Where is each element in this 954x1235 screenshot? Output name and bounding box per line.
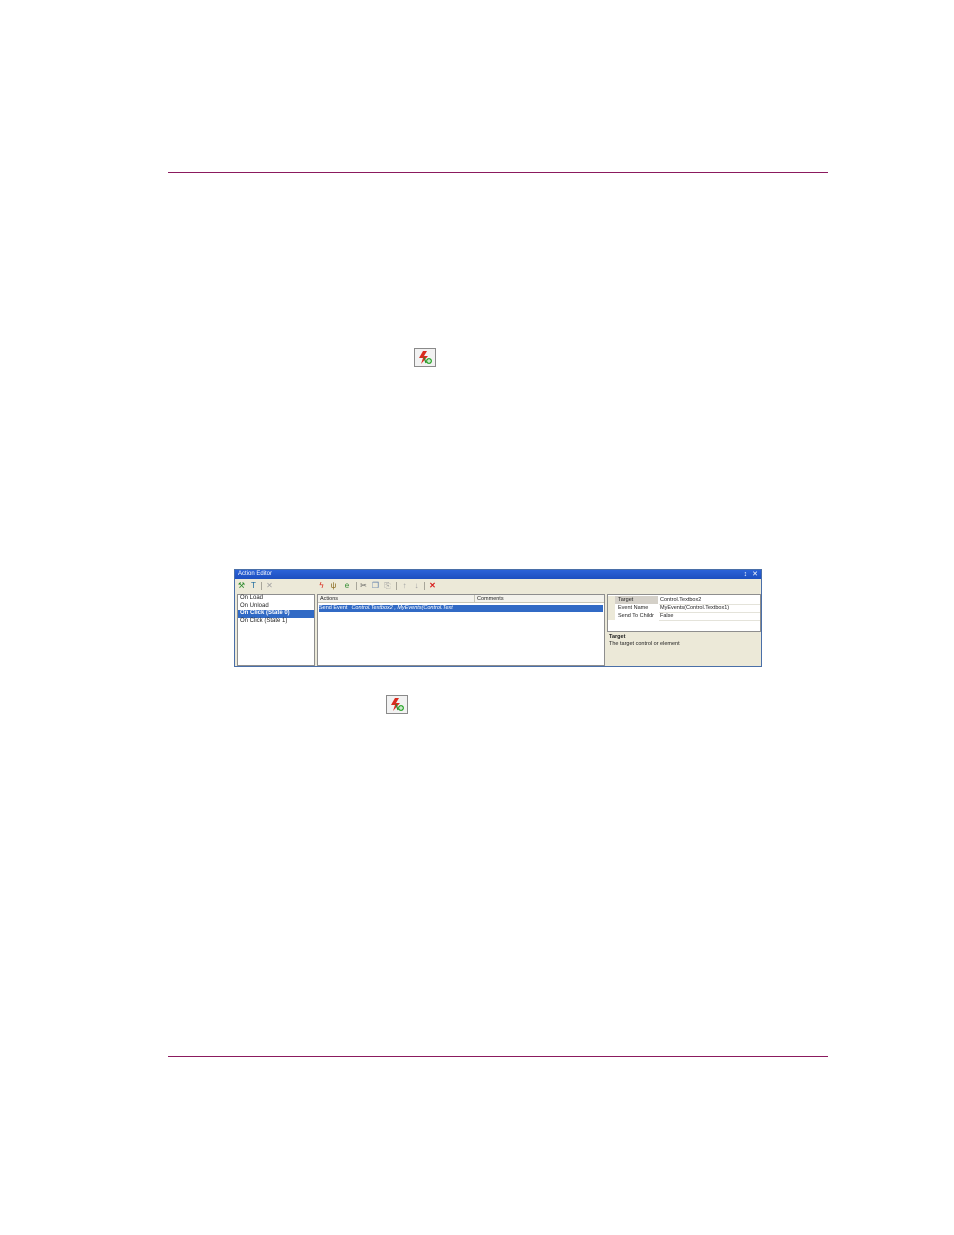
delete-action-icon[interactable]: ✕ bbox=[428, 581, 437, 590]
move-up-icon[interactable]: ↑ bbox=[400, 581, 409, 590]
add-state-icon[interactable]: T bbox=[249, 581, 258, 590]
event-list: On Load On Unload On Click (State 0) On … bbox=[237, 594, 315, 666]
paste-icon[interactable]: ⎘ bbox=[383, 581, 392, 590]
action-editor-titlebar: Action Editor ↕ ✕ bbox=[235, 570, 761, 579]
event-item[interactable]: On Load bbox=[238, 595, 314, 603]
cut-icon[interactable]: ✂ bbox=[359, 581, 368, 590]
action-list: Actions Comments Send Event Control.Textb… bbox=[317, 594, 605, 666]
property-gutter bbox=[608, 596, 615, 604]
property-key: Target bbox=[608, 596, 658, 604]
footer-rule bbox=[168, 1056, 828, 1057]
window-title: Action Editor bbox=[238, 571, 273, 577]
event-item[interactable]: On Unload bbox=[238, 603, 314, 611]
action-editor-toolbar: ⚒ T ✕ ϟ ψ e ✂ ❐ ⎘ ↑ ↓ ✕ bbox=[235, 579, 761, 593]
action-row[interactable]: Send Event Control.Textbox2 , MyEvents(Co… bbox=[319, 605, 603, 612]
property-row[interactable]: Send To Childr False bbox=[608, 612, 760, 621]
property-grid: Target Control.Textbox2 Event Name MyEve… bbox=[607, 594, 761, 632]
add-action-icon bbox=[386, 695, 408, 714]
toolbar-separator bbox=[356, 582, 357, 590]
add-event-icon[interactable]: ⚒ bbox=[237, 581, 246, 590]
description-text: The target control or element bbox=[609, 641, 680, 647]
action-params: Control.Textbox2 , MyEvents(Control.Text bbox=[351, 605, 453, 611]
close-icon[interactable]: ✕ bbox=[752, 571, 758, 578]
add-condition-icon[interactable]: ψ bbox=[329, 581, 338, 590]
comments-column-header[interactable]: Comments bbox=[475, 595, 604, 603]
copy-icon[interactable]: ❐ bbox=[371, 581, 380, 590]
property-value[interactable]: False bbox=[659, 612, 760, 621]
property-description: Target The target control or element bbox=[607, 633, 761, 666]
header-rule bbox=[168, 172, 828, 173]
event-item-selected[interactable]: On Click (State 0) bbox=[238, 610, 314, 618]
add-action-icon[interactable]: ϟ bbox=[317, 581, 326, 590]
toolbar-separator bbox=[424, 582, 425, 590]
delete-event-icon[interactable]: ✕ bbox=[265, 581, 274, 590]
add-action-icon bbox=[414, 348, 436, 367]
add-else-icon[interactable]: e bbox=[341, 581, 353, 590]
actions-column-header[interactable]: Actions bbox=[318, 595, 475, 603]
event-item[interactable]: On Click (State 1) bbox=[238, 618, 314, 626]
action-name: Send Event bbox=[319, 605, 348, 611]
description-title: Target bbox=[609, 634, 626, 640]
property-row[interactable]: Target Control.Textbox2 bbox=[608, 596, 760, 605]
toolbar-separator bbox=[396, 582, 397, 590]
pin-icon[interactable]: ↕ bbox=[744, 571, 748, 578]
property-key: Send To Childr bbox=[618, 613, 654, 619]
property-key: Event Name bbox=[618, 605, 649, 611]
action-editor-window: Action Editor ↕ ✕ ⚒ T ✕ ϟ ψ e ✂ ❐ ⎘ ↑ ↓ … bbox=[234, 569, 762, 667]
property-row[interactable]: Event Name MyEvents(Control.Textbox1) bbox=[608, 604, 760, 613]
move-down-icon[interactable]: ↓ bbox=[412, 581, 421, 590]
toolbar-separator bbox=[261, 582, 262, 590]
